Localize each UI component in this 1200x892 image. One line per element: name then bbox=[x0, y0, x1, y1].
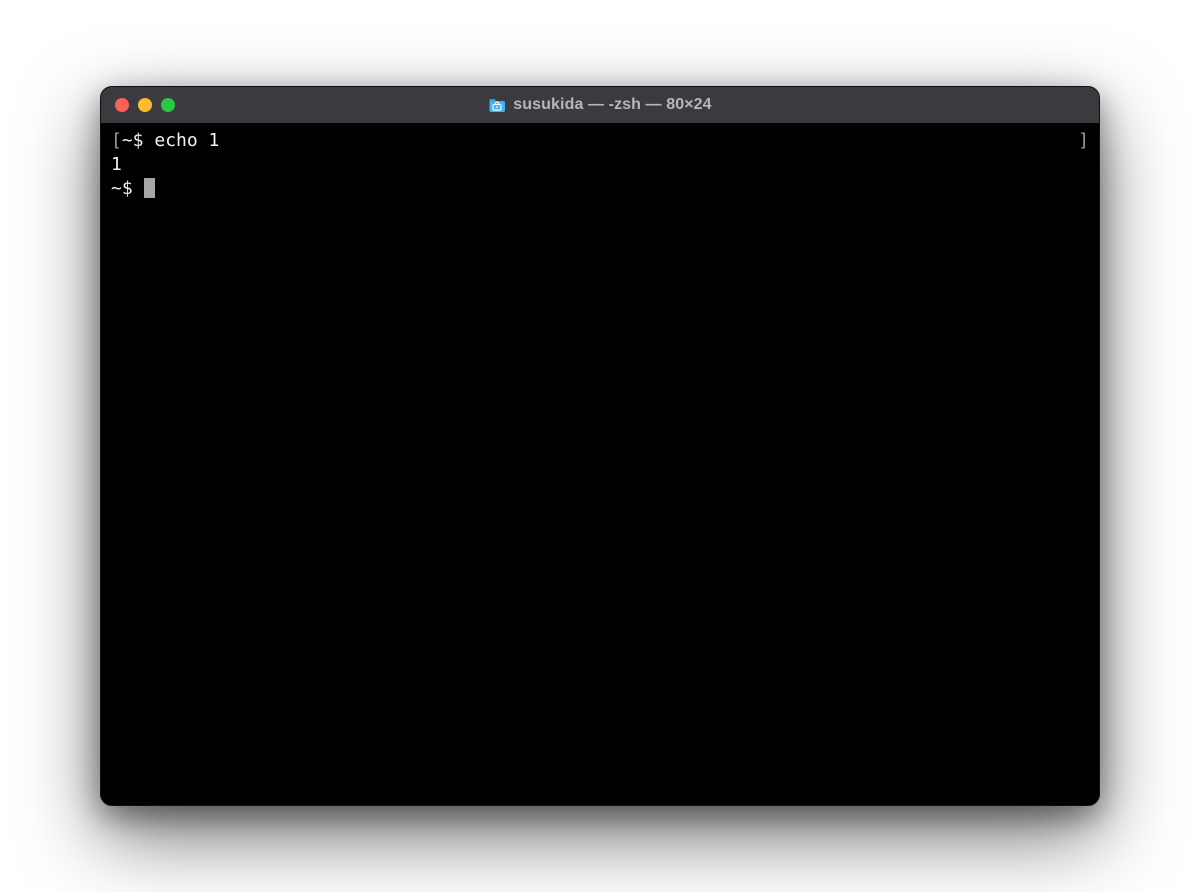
prompt-1: ~$ bbox=[122, 130, 155, 151]
titlebar[interactable]: susukida — -zsh — 80×24 bbox=[101, 87, 1099, 123]
terminal-body[interactable]: [~$ echo 1 ] 1 ~$ bbox=[101, 123, 1099, 805]
maximize-button[interactable] bbox=[161, 98, 175, 112]
terminal-line-1: [~$ echo 1 ] bbox=[111, 129, 1089, 153]
close-button[interactable] bbox=[115, 98, 129, 112]
traffic-lights bbox=[115, 98, 175, 112]
command-1: echo 1 bbox=[154, 130, 219, 151]
window-title: susukida — -zsh — 80×24 bbox=[513, 96, 711, 114]
prompt-right-bracket: ] bbox=[1078, 129, 1089, 153]
terminal-line-3: ~$ bbox=[111, 177, 1089, 201]
prompt-2: ~$ bbox=[111, 177, 144, 201]
cursor-block-icon bbox=[144, 178, 155, 198]
folder-icon bbox=[488, 98, 506, 113]
prompt-left-bracket: [ bbox=[111, 130, 122, 151]
minimize-button[interactable] bbox=[138, 98, 152, 112]
title-center: susukida — -zsh — 80×24 bbox=[101, 96, 1099, 114]
terminal-window: susukida — -zsh — 80×24 [~$ echo 1 ] 1 ~… bbox=[100, 86, 1100, 806]
terminal-output-1: 1 bbox=[111, 153, 1089, 177]
